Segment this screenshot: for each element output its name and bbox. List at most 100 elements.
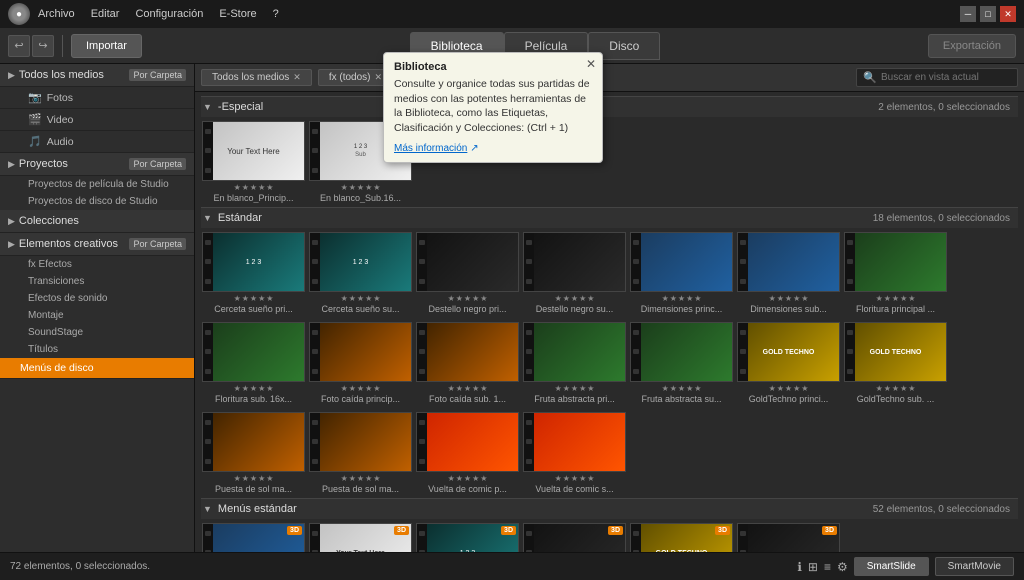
list-item[interactable]: Your Text Here ★★★★★ En blanco_Princip..… — [201, 121, 306, 203]
sidebar-item-soundstage[interactable]: SoundStage — [0, 324, 194, 341]
star-rating: ★★★★★ — [555, 384, 595, 393]
thumb-img — [417, 413, 518, 471]
list-item[interactable]: ★★★★★ Dimensiones sub... — [736, 232, 841, 314]
badge-3d: 3D — [501, 526, 516, 535]
all-media-filter[interactable]: Por Carpeta — [129, 69, 186, 81]
menu-help[interactable]: ? — [273, 8, 279, 20]
thumb-wrapper — [630, 322, 733, 382]
list-item[interactable]: ★★★★★ Floritura principal ... — [843, 232, 948, 314]
sidebar-item-montage[interactable]: Montaje — [0, 307, 194, 324]
thumb-img — [738, 233, 839, 291]
sidebar-section-all-media[interactable]: ▶ Todos los medios Por Carpeta — [0, 64, 194, 87]
thumb-wrapper — [416, 232, 519, 292]
thumb-img: Your Text Here — [203, 122, 304, 180]
list-item[interactable]: GOLD TECHNO3D ★★★★★ Menu 3D 5 — [629, 523, 734, 552]
filmstrip — [845, 323, 855, 381]
list-item[interactable]: Your Text Here3D ★★★★★ Menu 3D 2 — [308, 523, 413, 552]
list-item[interactable]: 3D ★★★★★ Menu 3D 6 — [736, 523, 841, 552]
sidebar-item-disc-menus[interactable]: Menús de disco — [0, 358, 194, 379]
smartslide-tab[interactable]: SmartSlide — [854, 557, 929, 576]
list-item[interactable]: GOLD TECHNO ★★★★★ GoldTechno sub. ... — [843, 322, 948, 404]
grid-view-button[interactable]: ⊞ — [808, 560, 818, 574]
export-button[interactable]: Exportación — [928, 34, 1016, 58]
smartmovie-tab[interactable]: SmartMovie — [935, 557, 1014, 576]
sidebar-section-projects[interactable]: ▶ Proyectos Por Carpeta — [0, 153, 194, 176]
menu-bar: Archivo Editar Configuración E-Store ? — [38, 8, 952, 20]
list-item[interactable]: ★★★★★ Foto caída princip... — [308, 322, 413, 404]
sidebar-section-creative[interactable]: ▶ Elementos creativos Por Carpeta — [0, 233, 194, 256]
menu-configuracion[interactable]: Configuración — [135, 8, 203, 20]
tab-fx-close[interactable]: ✕ — [375, 72, 383, 83]
list-item[interactable]: ★★★★★ Destello negro pri... — [415, 232, 520, 314]
sidebar-item-transitions[interactable]: Transiciones — [0, 273, 194, 290]
sidebar-item-disc-projects[interactable]: Proyectos de disco de Studio — [0, 193, 194, 210]
list-item[interactable]: ★★★★★ Puesta de sol ma... — [308, 412, 413, 494]
section-standard[interactable]: ▼ Estándar 18 elementos, 0 seleccionados — [201, 207, 1018, 228]
projects-filter[interactable]: Por Carpeta — [129, 158, 186, 170]
minimize-button[interactable]: ─ — [960, 6, 976, 22]
list-item[interactable]: 1 2 3 ★★★★★ Cerceta sueño pri... — [201, 232, 306, 314]
close-button[interactable]: ✕ — [1000, 6, 1016, 22]
filmstrip — [310, 323, 320, 381]
thumb-label: Vuelta de comic p... — [428, 484, 507, 494]
titlebar: ● Archivo Editar Configuración E-Store ?… — [0, 0, 1024, 28]
sidebar-item-titles[interactable]: Títulos — [0, 341, 194, 358]
menu-estore[interactable]: E-Store — [219, 8, 256, 20]
thumb-wrapper — [309, 412, 412, 472]
thumb-wrapper — [202, 322, 305, 382]
tooltip-link[interactable]: Más información — [394, 143, 467, 154]
thumb-label: Puesta de sol ma... — [215, 484, 292, 494]
sidebar-item-video[interactable]: 🎬 Video — [0, 109, 194, 131]
list-item[interactable]: ★★★★★ Vuelta de comic s... — [522, 412, 627, 494]
maximize-button[interactable]: □ — [980, 6, 996, 22]
search-input[interactable] — [881, 72, 1011, 83]
list-item[interactable]: ★★★★★ Destello negro su... — [522, 232, 627, 314]
montage-label: Montaje — [28, 310, 64, 321]
section-special[interactable]: ▼ -Especial 2 elementos, 0 seleccionados — [201, 96, 1018, 117]
tab-fx-all[interactable]: fx (todos) ✕ — [318, 69, 393, 86]
menu-archivo[interactable]: Archivo — [38, 8, 75, 20]
undo-button[interactable]: ↩ — [8, 35, 30, 57]
audio-icon: 🎵 — [28, 135, 42, 148]
filmstrip — [310, 413, 320, 471]
list-item[interactable]: ★★★★★ Fruta abstracta pri... — [522, 322, 627, 404]
list-item[interactable]: ★★★★★ Puesta de sol ma... — [201, 412, 306, 494]
tab-all-media[interactable]: Todos los medios ✕ — [201, 69, 312, 86]
tab-all-media-close[interactable]: ✕ — [293, 72, 301, 83]
thumb-img: 1 2 33D — [417, 524, 518, 552]
sidebar-section-collections[interactable]: ▶ Colecciones — [0, 210, 194, 233]
redo-button[interactable]: ↪ — [32, 35, 54, 57]
info-button[interactable]: ℹ — [797, 560, 802, 574]
list-item[interactable]: GOLD TECHNO ★★★★★ GoldTechno princi... — [736, 322, 841, 404]
list-item[interactable]: 3D ★★★★★ Menu 3D 4 — [522, 523, 627, 552]
filmstrip — [417, 233, 427, 291]
creative-filter[interactable]: Por Carpeta — [129, 238, 186, 250]
photo-icon: 📷 — [28, 91, 42, 104]
import-button[interactable]: Importar — [71, 34, 142, 58]
thumb-label: Vuelta de comic s... — [535, 484, 613, 494]
list-item[interactable]: 1 2 33D ★★★★★ Menu 3D 3 — [415, 523, 520, 552]
list-item[interactable]: 1 2 3 ★★★★★ Cerceta sueño su... — [308, 232, 413, 314]
list-item[interactable]: ★★★★★ Dimensiones princ... — [629, 232, 734, 314]
sidebar-item-sound-effects[interactable]: Efectos de sonido — [0, 290, 194, 307]
star-rating: ★★★★★ — [876, 384, 916, 393]
section-menus-standard[interactable]: ▼ Menús estándar 52 elementos, 0 selecci… — [201, 498, 1018, 519]
list-view-button[interactable]: ≡ — [824, 560, 831, 574]
disc-projects-label: Proyectos de disco de Studio — [28, 196, 158, 207]
list-item[interactable]: ★★★★★ Fruta abstracta su... — [629, 322, 734, 404]
thumb-img — [631, 323, 732, 381]
tooltip-close-button[interactable]: ✕ — [586, 57, 596, 71]
sidebar-item-fotos[interactable]: 📷 Fotos — [0, 87, 194, 109]
view-options-button[interactable]: ⚙ — [837, 560, 848, 574]
sidebar-item-effects[interactable]: fx Efectos — [0, 256, 194, 273]
star-rating: ★★★★★ — [769, 294, 809, 303]
sound-effects-label: Efectos de sonido — [28, 293, 108, 304]
list-item[interactable]: ★★★★★ Floritura sub. 16x... — [201, 322, 306, 404]
sidebar-item-movie-projects[interactable]: Proyectos de película de Studio — [0, 176, 194, 193]
star-rating: ★★★★★ — [448, 294, 488, 303]
sidebar-item-audio[interactable]: 🎵 Audio — [0, 131, 194, 153]
list-item[interactable]: ★★★★★ Foto caída sub. 1... — [415, 322, 520, 404]
list-item[interactable]: 3D ★★★★★ Menu 3D 1 — [201, 523, 306, 552]
menu-editar[interactable]: Editar — [91, 8, 120, 20]
list-item[interactable]: ★★★★★ Vuelta de comic p... — [415, 412, 520, 494]
